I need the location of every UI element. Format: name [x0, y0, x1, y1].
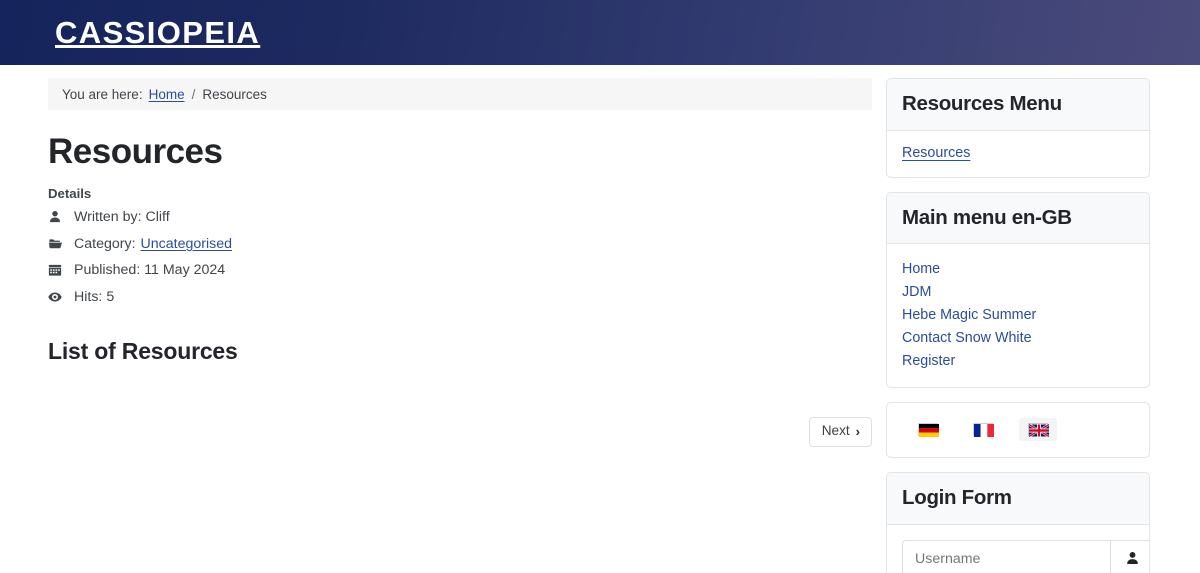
module-header: Main menu en-GB	[887, 192, 1149, 245]
pagination-next-label: Next	[821, 423, 850, 439]
module-body: Resources	[887, 131, 1149, 177]
detail-category-link[interactable]: Uncategorised	[141, 236, 233, 252]
menu-item-hebe-magic-summer[interactable]: Hebe Magic Summer	[902, 303, 1134, 326]
site-header: CASSIOPEIA	[0, 0, 1200, 65]
username-input[interactable]	[902, 539, 1110, 573]
flag-gb-icon	[1028, 423, 1050, 438]
module-language-switcher	[886, 402, 1150, 459]
detail-row-published: Published: 11 May 2024	[48, 257, 872, 284]
flag-fr-icon	[973, 423, 994, 438]
detail-hits-text: Hits: 5	[74, 288, 115, 305]
menu-item-contact-snow-white[interactable]: Contact Snow White	[902, 326, 1134, 349]
detail-row-category: Category: Uncategorised	[48, 231, 872, 258]
language-option-german[interactable]	[909, 418, 947, 441]
pagination-next-button[interactable]: Next ›	[808, 417, 872, 448]
module-title: Resources Menu	[902, 92, 1062, 115]
language-option-french[interactable]	[964, 418, 1002, 441]
breadcrumb: You are here: Home / Resources	[48, 78, 872, 110]
module-login-form: Login Form	[886, 472, 1150, 573]
module-title: Main menu en-GB	[902, 205, 1072, 229]
detail-author-text: Written by: Cliff	[74, 209, 170, 226]
language-option-english-uk[interactable]	[1019, 418, 1057, 442]
breadcrumb-prefix: You are here:	[62, 86, 143, 102]
user-icon	[48, 210, 65, 224]
article-header: Resources Details Written by: Cliff Cate…	[48, 110, 872, 365]
menu-item-jdm[interactable]: JDM	[902, 280, 1134, 303]
breadcrumb-separator: /	[191, 86, 196, 102]
menu-item-resources[interactable]: Resources	[902, 142, 1134, 165]
detail-category-text: Category:	[74, 235, 136, 252]
module-body	[887, 403, 1149, 457]
page-title: Resources	[48, 132, 223, 171]
module-main-menu: Main menu en-GB Home JDM Hebe Magic Summ…	[886, 191, 1150, 389]
username-user-icon[interactable]	[1110, 539, 1149, 573]
menu-item-home[interactable]: Home	[902, 257, 1134, 280]
chevron-right-icon: ›	[855, 423, 860, 439]
module-body: Home JDM Hebe Magic Summer Contact Snow …	[887, 244, 1149, 387]
section-heading-list-of-resources: List of Resources	[48, 338, 238, 365]
module-title: Login Form	[902, 486, 1012, 510]
site-brand-logo[interactable]: CASSIOPEIA	[55, 17, 260, 48]
main-content: You are here: Home / Resources Resources…	[48, 78, 872, 448]
username-field-group	[902, 539, 1149, 573]
module-body	[887, 525, 1149, 573]
eye-icon	[48, 290, 65, 304]
article-details: Details Written by: Cliff Category: Unca…	[48, 186, 872, 310]
detail-row-author: Written by: Cliff	[48, 204, 872, 231]
module-header: Login Form	[887, 473, 1149, 525]
pagination: Next ›	[48, 417, 872, 448]
module-header: Resources Menu	[887, 79, 1149, 131]
module-resources-menu: Resources Menu Resources	[886, 78, 1150, 178]
details-heading: Details	[48, 186, 92, 202]
detail-row-hits: Hits: 5	[48, 284, 872, 311]
breadcrumb-item-home[interactable]: Home	[149, 87, 185, 102]
page-container: You are here: Home / Resources Resources…	[0, 65, 1200, 573]
detail-published-text: Published: 11 May 2024	[74, 262, 226, 279]
menu-item-register[interactable]: Register	[902, 349, 1134, 372]
flag-de-icon	[918, 423, 939, 438]
sidebar: Resources Menu Resources Main menu en-GB…	[886, 78, 1150, 573]
breadcrumb-item-current: Resources	[202, 86, 267, 102]
calendar-icon	[48, 263, 65, 277]
folder-icon	[48, 237, 65, 251]
